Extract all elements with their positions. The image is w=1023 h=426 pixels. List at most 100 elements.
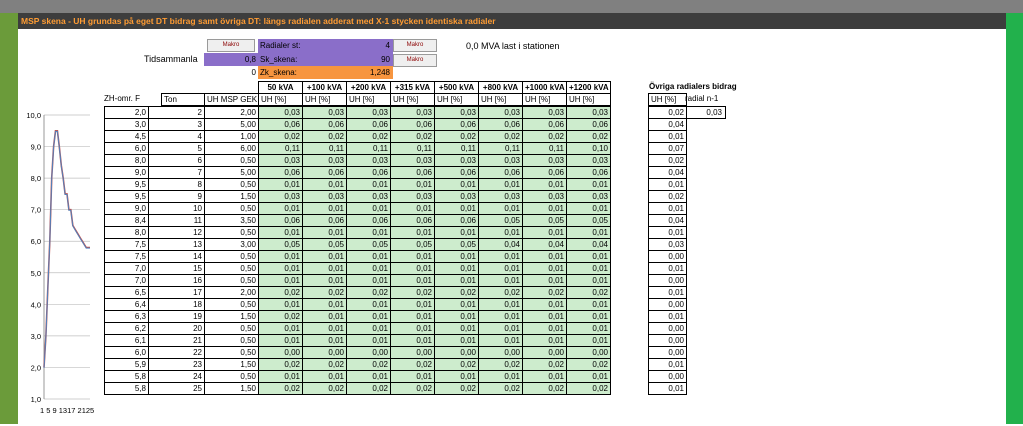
uh-pct-value: 0,01 (522, 262, 567, 275)
uh-pct-value: 0,05 (434, 238, 479, 251)
uh-pct-value: 0,02 (346, 130, 391, 143)
tidsammanla-value[interactable]: 0,8 (204, 53, 258, 66)
uh-pct-value: 0,02 (258, 382, 303, 395)
uh-msp-value[interactable]: 3,50 (204, 214, 259, 227)
zh-value: 6,4 (104, 298, 149, 311)
ton-value: 8 (148, 178, 205, 191)
ton-value: 19 (148, 310, 205, 323)
uh-pct-value: 0,01 (258, 202, 303, 215)
uh-msp-value[interactable]: 1,00 (204, 130, 259, 143)
ovriga-value: 0,01 (648, 358, 687, 371)
uh-pct-value: 0,01 (302, 298, 347, 311)
uh-msp-value[interactable]: 1,50 (204, 190, 259, 203)
uh-pct-value: 0,03 (302, 190, 347, 203)
uh-pct-value: 0,01 (346, 202, 391, 215)
uh-msp-value[interactable]: 0,50 (204, 298, 259, 311)
table-row: 6,2 20 0,50 0,01 0,01 0,01 0,01 0,01 0,01 0,01 0,0… (104, 322, 611, 335)
uh-msp-value[interactable]: 1,50 (204, 358, 259, 371)
uh-msp-value[interactable]: 5,00 (204, 118, 259, 131)
right-border (1006, 13, 1023, 424)
series-line (43, 129, 90, 368)
uh-pct-value: 0,01 (258, 334, 303, 347)
macro-button-4[interactable]: Makro (393, 54, 437, 67)
table-row: 7,5 14 0,50 0,01 0,01 0,01 0,01 0,01 0,01 0,01 0,0… (104, 250, 611, 263)
zh-value: 5,8 (104, 370, 149, 383)
uh-pct-value: 0,01 (390, 178, 435, 191)
ton-value: 2 (148, 106, 205, 119)
ovriga-row: 0,01 (648, 226, 687, 239)
uh-msp-value[interactable]: 2,00 (204, 286, 259, 299)
uh-msp-value[interactable]: 6,00 (204, 142, 259, 155)
uh-msp-value[interactable]: 0,50 (204, 274, 259, 287)
uh-pct-value: 0,02 (302, 358, 347, 371)
ovriga-row: 0,00 (648, 334, 687, 347)
uh-msp-value[interactable]: 3,00 (204, 238, 259, 251)
zh-value: 6,5 (104, 286, 149, 299)
table-row: 3,0 3 5,00 0,06 0,06 0,06 0,06 0,06 0,06 0,06 0,06 (104, 118, 611, 131)
uh-pct-value: 0,02 (346, 382, 391, 395)
uh-pct-value: 0,03 (346, 154, 391, 167)
uh-msp-header: UH MSP GEK (204, 93, 259, 106)
uh-pct-value: 0,03 (522, 106, 567, 119)
uh-pct-value: 0,01 (346, 274, 391, 287)
uh-pct-value: 0,00 (522, 346, 567, 359)
uh-pct-value: 0,06 (478, 118, 523, 131)
ton-value: 6 (148, 154, 205, 167)
uh-pct-value: 0,05 (258, 238, 303, 251)
uh-msp-value[interactable]: 0,50 (204, 346, 259, 359)
uh-pct-value: 0,01 (478, 262, 523, 275)
table-row: 6,0 22 0,50 0,00 0,00 0,00 0,00 0,00 0,00 0,00 0,0… (104, 346, 611, 359)
table-row: 7,5 13 3,00 0,05 0,05 0,05 0,05 0,05 0,04 0,04 0,0… (104, 238, 611, 251)
uh-pct-value: 0,02 (478, 382, 523, 395)
uh-pct-value: 0,11 (522, 142, 567, 155)
extra-value[interactable]: 0,03 (686, 106, 726, 119)
left-border (0, 13, 18, 424)
ovriga-value: 0,04 (648, 118, 687, 131)
zh-value: 6,1 (104, 334, 149, 347)
ovriga-row: 0,00 (648, 346, 687, 359)
ovriga-row: 0,01 (648, 358, 687, 371)
uh-msp-value[interactable]: 2,00 (204, 106, 259, 119)
uh-pct-value: 0,01 (522, 250, 567, 263)
sk-value[interactable]: 90 (381, 53, 390, 66)
uh-pct-value: 0,01 (434, 322, 479, 335)
table-row: 5,9 23 1,50 0,02 0,02 0,02 0,02 0,02 0,02 0,02 0,0… (104, 358, 611, 371)
macro-button-1[interactable]: Makro (207, 39, 255, 52)
uh-msp-value[interactable]: 0,50 (204, 226, 259, 239)
uh-msp-value[interactable]: 0,50 (204, 370, 259, 383)
uh-msp-value[interactable]: 0,50 (204, 262, 259, 275)
ovriga-row: 0,02 (648, 154, 687, 167)
uh-msp-value[interactable]: 0,50 (204, 250, 259, 263)
zh-value: 9,5 (104, 178, 149, 191)
zk-cell: Zk_skena: 1,248 (258, 66, 393, 79)
kva-header-0: 50 kVA (258, 81, 303, 94)
tidsammanla-label: Tidsammanla (144, 54, 198, 64)
uh-msp-value[interactable]: 1,50 (204, 310, 259, 323)
macro-button-2[interactable]: Makro (393, 39, 437, 52)
uh-pct-value: 0,11 (434, 142, 479, 155)
uh-msp-value[interactable]: 0,50 (204, 322, 259, 335)
uh-pct-value: 0,03 (478, 106, 523, 119)
uh-pct-value: 0,01 (390, 298, 435, 311)
uh-pct-value: 0,03 (346, 106, 391, 119)
uh-pct-value: 0,03 (434, 154, 479, 167)
radialer-value[interactable]: 4 (386, 39, 390, 53)
uh-msp-value[interactable]: 0,50 (204, 202, 259, 215)
uh-pct-value: 0,01 (302, 250, 347, 263)
y-tick-label: 1,0 (31, 395, 41, 404)
uh-msp-value[interactable]: 0,50 (204, 154, 259, 167)
ovriga-row: 0,00 (648, 298, 687, 311)
uh-msp-value[interactable]: 0,50 (204, 178, 259, 191)
table-row: 5,8 25 1,50 0,02 0,02 0,02 0,02 0,02 0,02 0,02 0,0… (104, 382, 611, 395)
uh-pct-value: 0,06 (434, 214, 479, 227)
ton-value: 16 (148, 274, 205, 287)
table-row: 9,0 7 5,00 0,06 0,06 0,06 0,06 0,06 0,06 0,06 0,06 (104, 166, 611, 179)
uh-pct-value: 0,01 (566, 274, 611, 287)
ovriga-row: 0,00 (648, 370, 687, 383)
uh-msp-value[interactable]: 1,50 (204, 382, 259, 395)
uh-msp-value[interactable]: 5,00 (204, 166, 259, 179)
kva-header-row: 50 kVA +100 kVA +200 kVA +315 kVA +500 kVA +8… (258, 81, 611, 94)
ton-value: 3 (148, 118, 205, 131)
ton-header-table: Ton UH MSP GEK (161, 93, 259, 106)
uh-msp-value[interactable]: 0,50 (204, 334, 259, 347)
